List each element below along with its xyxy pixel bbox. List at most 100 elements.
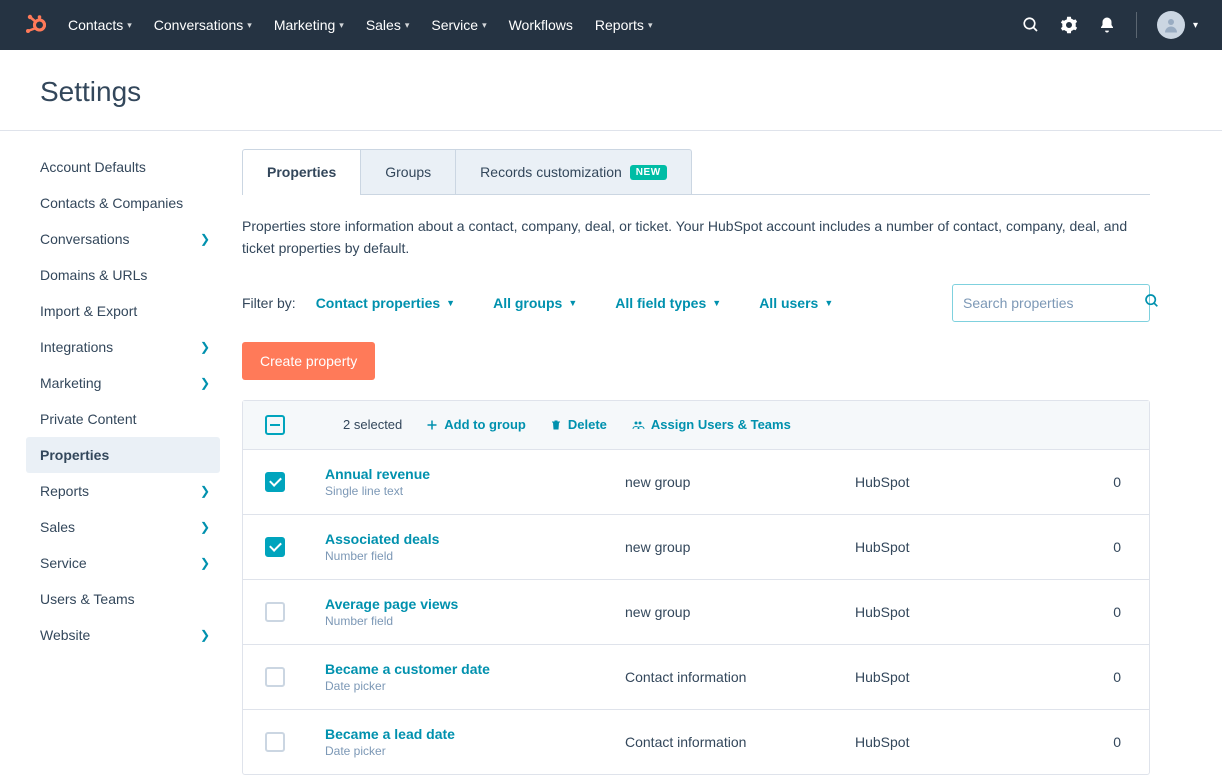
settings-sidebar: Account Defaults Contacts & Companies Conv… <box>0 131 230 775</box>
sidebar-item-marketing[interactable]: Marketing❯ <box>0 365 230 401</box>
nav-item-reports[interactable]: Reports ▾ <box>595 17 653 33</box>
property-name[interactable]: Associated deals <box>325 531 625 547</box>
filter-all-groups[interactable]: All groups▼ <box>493 295 577 311</box>
add-to-group-button[interactable]: Add to group <box>426 417 526 432</box>
sidebar-item-account-defaults[interactable]: Account Defaults <box>0 149 230 185</box>
filter-all-users[interactable]: All users ▼ <box>759 295 833 311</box>
sidebar-item-label: Website <box>40 627 90 643</box>
description-text: Properties store information about a con… <box>242 195 1150 284</box>
caret-down-icon: ▼ <box>824 298 833 308</box>
hubspot-logo[interactable] <box>24 13 48 37</box>
sidebar-item-conversations[interactable]: Conversations ❯ <box>0 221 230 257</box>
table-row: Associated deals Number fieldnew groupHub… <box>243 515 1149 580</box>
nav-label: Marketing <box>274 17 335 33</box>
property-creator: HubSpot <box>855 669 1045 685</box>
sidebar-item-users-teams[interactable]: Users & Teams <box>0 581 230 617</box>
sidebar-item-website[interactable]: Website❯ <box>0 617 230 653</box>
selected-count: 2 selected <box>343 417 402 432</box>
row-checkbox[interactable] <box>265 472 285 492</box>
row-checkbox[interactable] <box>265 667 285 687</box>
sidebar-item-import-export[interactable]: Import & Export <box>0 293 230 329</box>
property-name[interactable]: Became a customer date <box>325 661 625 677</box>
chevron-down-icon: ▾ <box>247 20 252 31</box>
property-group: Contact information <box>625 734 855 750</box>
sidebar-item-service[interactable]: Service❯ <box>0 545 230 581</box>
sidebar-item-label: Conversations <box>40 231 130 247</box>
property-type: Number field <box>325 549 625 563</box>
avatar <box>1157 11 1185 39</box>
filter-label: Filter by: <box>242 295 296 311</box>
property-group: Contact information <box>625 669 855 685</box>
sidebar-item-label: Users & Teams <box>40 591 135 607</box>
row-checkbox[interactable] <box>265 602 285 622</box>
caret-down-icon: ▼ <box>568 298 577 308</box>
nav-item-service[interactable]: Service▾ <box>431 17 486 33</box>
divider <box>1136 12 1137 38</box>
nav-label: Service <box>431 17 478 33</box>
property-group: new group <box>625 539 855 555</box>
chevron-right-icon: ❯ <box>200 232 210 246</box>
filter-contact-properties[interactable]: Contact properties▼ <box>316 295 455 311</box>
nav-item-sales[interactable]: Sales▾ <box>366 17 410 33</box>
filter-all-field-types[interactable]: All field types ▼ <box>615 295 721 311</box>
chevron-down-icon: ▾ <box>1193 20 1198 31</box>
sidebar-item-integrations[interactable]: Integrations❯ <box>0 329 230 365</box>
row-checkbox[interactable] <box>265 537 285 557</box>
nav-label: Conversations <box>154 17 244 33</box>
page-title: Settings <box>0 50 1222 130</box>
sidebar-item-label: Properties <box>40 447 109 463</box>
search-input-wrapper[interactable] <box>952 284 1150 322</box>
property-name[interactable]: Average page views <box>325 596 625 612</box>
sidebar-item-label: Sales <box>40 519 75 535</box>
property-type: Date picker <box>325 679 625 693</box>
sidebar-item-label: Reports <box>40 483 89 499</box>
tab-records-customization[interactable]: Records customizationNEW <box>456 149 691 194</box>
sidebar-item-reports[interactable]: Reports ❯ <box>0 473 230 509</box>
chevron-right-icon: ❯ <box>200 340 210 354</box>
search-icon[interactable] <box>1022 16 1040 34</box>
sidebar-item-properties[interactable]: Properties <box>26 437 220 473</box>
sidebar-item-sales[interactable]: Sales❯ <box>0 509 230 545</box>
nav-item-contacts[interactable]: Contacts▾ <box>68 17 132 33</box>
search-input[interactable] <box>963 295 1144 311</box>
delete-button[interactable]: Delete <box>550 417 607 432</box>
chevron-down-icon: ▾ <box>127 20 132 31</box>
property-creator: HubSpot <box>855 474 1045 490</box>
nav-right: ▾ <box>1022 11 1198 39</box>
sidebar-item-label: Contacts & Companies <box>40 195 183 211</box>
chevron-right-icon: ❯ <box>200 484 210 498</box>
chevron-down-icon: ▾ <box>648 20 653 31</box>
nav-label: Reports <box>595 17 644 33</box>
filter-label: All field types <box>615 295 706 311</box>
content-area: Properties GroupsRecords customizationNEW… <box>230 131 1190 775</box>
row-checkbox[interactable] <box>265 732 285 752</box>
sidebar-item-label: Marketing <box>40 375 101 391</box>
sidebar-item-label: Private Content <box>40 411 137 427</box>
property-creator: HubSpot <box>855 734 1045 750</box>
tab-properties[interactable]: Properties <box>242 149 361 194</box>
delete-label: Delete <box>568 417 607 432</box>
sidebar-item-domains-urls[interactable]: Domains & URLs <box>0 257 230 293</box>
sidebar-item-contacts-companies[interactable]: Contacts & Companies <box>0 185 230 221</box>
nav-item-marketing[interactable]: Marketing▾ <box>274 17 344 33</box>
bell-icon[interactable] <box>1098 16 1116 34</box>
add-to-group-label: Add to group <box>444 417 526 432</box>
sidebar-item-private-content[interactable]: Private Content <box>0 401 230 437</box>
property-name[interactable]: Became a lead date <box>325 726 625 742</box>
new-badge: NEW <box>630 165 667 180</box>
property-name[interactable]: Annual revenue <box>325 466 625 482</box>
filter-label: All users <box>759 295 818 311</box>
property-creator: HubSpot <box>855 539 1045 555</box>
gear-icon[interactable] <box>1060 16 1078 34</box>
assign-users-button[interactable]: Assign Users & Teams <box>631 417 791 432</box>
account-menu[interactable]: ▾ <box>1157 11 1198 39</box>
table-row: Annual revenueSingle line textnew groupH… <box>243 450 1149 515</box>
nav-item-conversations[interactable]: Conversations▾ <box>154 17 252 33</box>
create-property-button[interactable]: Create property <box>242 342 375 380</box>
tab-groups[interactable]: Groups <box>361 149 456 194</box>
caret-down-icon: ▼ <box>712 298 721 308</box>
sidebar-item-label: Import & Export <box>40 303 137 319</box>
select-all-checkbox[interactable] <box>265 415 285 435</box>
nav-item-workflows[interactable]: Workflows <box>509 17 573 33</box>
tab-label: Properties <box>267 164 336 180</box>
